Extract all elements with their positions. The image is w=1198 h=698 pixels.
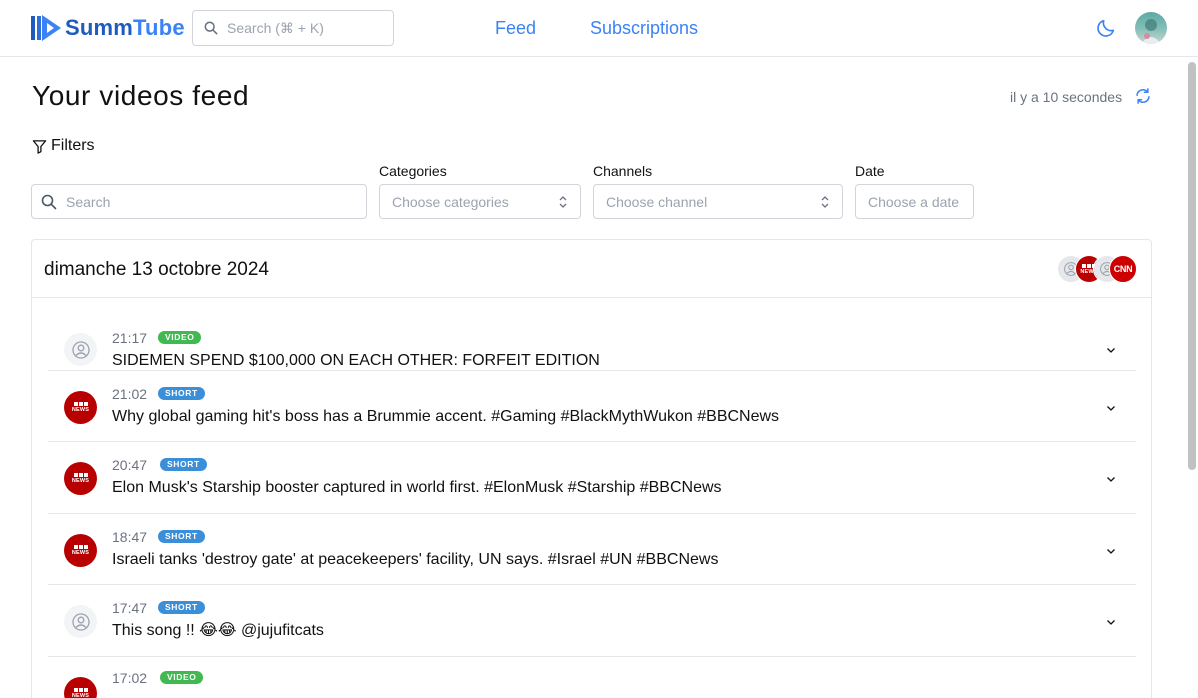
refresh-icon[interactable] xyxy=(1134,87,1152,105)
channels-label: Channels xyxy=(593,163,653,179)
channel-avatar-generic xyxy=(64,605,97,638)
video-type-badge: SHORT xyxy=(158,529,205,543)
video-row[interactable]: NEWS 20:47 SHORT Elon Musk's Starship bo… xyxy=(48,442,1136,514)
channel-avatar-generic xyxy=(64,333,97,366)
channel-avatar-bbc-news: NEWS xyxy=(64,676,97,698)
channel-avatar-stack: NEWS CNN xyxy=(1057,255,1137,283)
chevron-down-icon[interactable] xyxy=(1105,616,1117,628)
updown-chevron-icon xyxy=(559,196,567,208)
video-time: 21:02 xyxy=(112,385,148,402)
video-type-badge: VIDEO xyxy=(158,331,202,344)
video-row[interactable]: NEWS 21:02 SHORT Why global gaming hit's… xyxy=(48,371,1136,442)
top-bar: SummTube Feed Subscriptions xyxy=(0,0,1198,57)
filter-icon xyxy=(32,139,47,154)
filters-toggle[interactable]: Filters xyxy=(32,137,95,155)
video-time: 17:02 xyxy=(112,669,148,686)
video-title[interactable]: Israeli tanks 'destroy gate' at peacekee… xyxy=(112,550,718,570)
categories-label: Categories xyxy=(379,163,447,179)
video-type-badge: VIDEO xyxy=(160,670,204,684)
logo-icon xyxy=(31,15,61,41)
search-icon xyxy=(41,194,57,209)
updown-chevron-icon xyxy=(821,196,829,208)
day-group: dimanche 13 octobre 2024 NEWS CNN 21:17 … xyxy=(31,239,1152,698)
filter-search-input[interactable] xyxy=(66,193,346,210)
video-row[interactable]: NEWS 17:02 VIDEO xyxy=(48,657,1136,698)
filter-search[interactable] xyxy=(31,184,367,219)
avatar-image xyxy=(1141,19,1161,44)
video-time: 17:47 xyxy=(112,600,148,616)
logo-text: SummTube xyxy=(65,15,185,40)
date-placeholder: Choose a date xyxy=(868,193,960,210)
video-type-badge: SHORT xyxy=(160,458,207,471)
channels-select[interactable]: Choose channel xyxy=(593,184,843,219)
channel-avatar-bbc-news: NEWS xyxy=(64,533,97,567)
moon-icon[interactable] xyxy=(1095,17,1117,39)
video-title[interactable]: Why global gaming hit's boss has a Brumm… xyxy=(112,407,779,427)
video-time: 18:47 xyxy=(112,528,148,545)
categories-placeholder: Choose categories xyxy=(392,193,509,210)
nav-subscriptions[interactable]: Subscriptions xyxy=(590,17,698,39)
video-time: 21:17 xyxy=(112,330,148,346)
page-scrollbar[interactable] xyxy=(1186,58,1198,698)
channel-avatar-bbc-news: NEWS xyxy=(64,462,97,495)
channel-avatar-bbc-news: NEWS xyxy=(64,390,97,424)
video-title[interactable]: Elon Musk's Starship booster captured in… xyxy=(112,478,722,498)
logo[interactable]: SummTube xyxy=(31,13,185,43)
video-row[interactable]: 17:47 SHORT This song !! 😂😂 @jujufitcats xyxy=(48,585,1136,657)
chevron-down-icon[interactable] xyxy=(1105,402,1117,414)
video-row[interactable]: NEWS 18:47 SHORT Israeli tanks 'destroy … xyxy=(48,514,1136,585)
date-label: Date xyxy=(855,163,885,179)
chevron-down-icon[interactable] xyxy=(1105,545,1117,557)
user-avatar[interactable] xyxy=(1135,12,1167,44)
video-list: 21:17 VIDEO SIDEMEN SPEND $100,000 ON EA… xyxy=(48,299,1136,698)
video-type-badge: SHORT xyxy=(158,386,205,400)
video-time: 20:47 xyxy=(112,457,148,473)
day-header[interactable]: dimanche 13 octobre 2024 NEWS CNN xyxy=(32,240,1151,298)
filters-label: Filters xyxy=(51,137,95,154)
categories-select[interactable]: Choose categories xyxy=(379,184,581,219)
video-type-badge: SHORT xyxy=(158,601,205,614)
video-title[interactable]: SIDEMEN SPEND $100,000 ON EACH OTHER: FO… xyxy=(112,351,600,371)
chevron-down-icon[interactable] xyxy=(1105,473,1117,485)
channels-placeholder: Choose channel xyxy=(606,193,708,210)
chevron-down-icon[interactable] xyxy=(1105,344,1117,356)
global-search-input[interactable] xyxy=(227,20,377,36)
global-search[interactable] xyxy=(192,10,394,46)
video-row[interactable]: 21:17 VIDEO SIDEMEN SPEND $100,000 ON EA… xyxy=(48,299,1136,371)
date-picker[interactable]: Choose a date xyxy=(855,184,974,219)
search-icon xyxy=(204,21,218,35)
video-title[interactable]: This song !! 😂😂 @jujufitcats xyxy=(112,621,324,641)
scrollbar-thumb[interactable] xyxy=(1188,62,1196,470)
channel-avatar-cnn: CNN xyxy=(1109,255,1137,283)
last-updated: il y a 10 secondes xyxy=(1010,89,1123,105)
nav-feed[interactable]: Feed xyxy=(495,17,536,39)
page-title: Your videos feed xyxy=(32,80,250,111)
day-title: dimanche 13 octobre 2024 xyxy=(44,259,269,280)
